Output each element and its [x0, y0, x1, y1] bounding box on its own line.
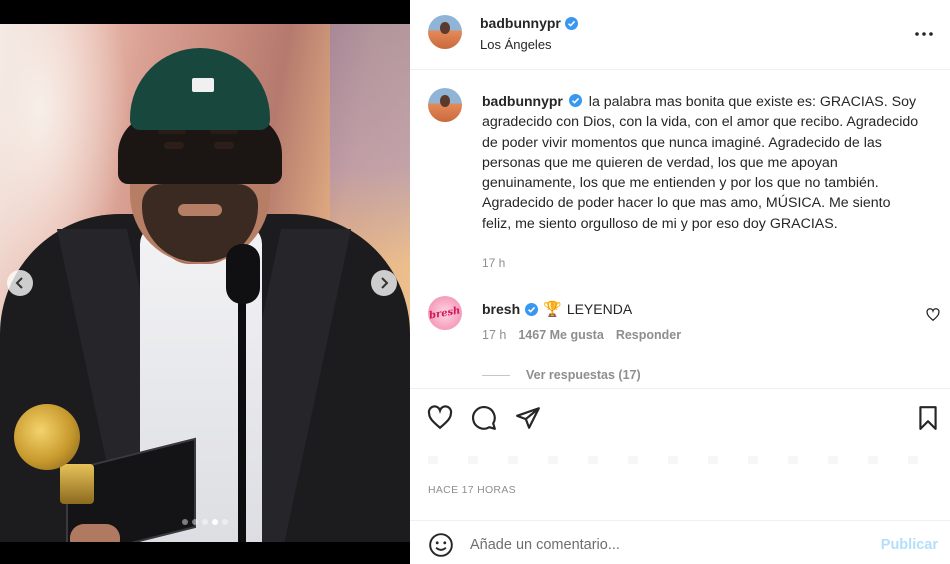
save-button[interactable] [915, 405, 941, 431]
comment-timestamp: 17 h [482, 328, 507, 342]
like-button[interactable] [427, 405, 453, 431]
caption-timestamp: 17 h [482, 256, 506, 270]
post-photo [0, 24, 410, 542]
slide-dot [192, 519, 198, 525]
verified-icon [564, 16, 578, 30]
previous-slide-button[interactable] [7, 270, 33, 296]
add-comment-bar: Publicar [410, 520, 950, 564]
view-replies-label: Ver respuestas (17) [526, 368, 641, 382]
comment-button[interactable] [471, 405, 497, 431]
post-header: badbunnypr Los Ángeles [410, 0, 950, 70]
slide-dot [202, 519, 208, 525]
post-actions [410, 388, 950, 446]
slide-dot [182, 519, 188, 525]
post-media [0, 0, 410, 564]
view-replies-button[interactable]: Ver respuestas (17) [482, 368, 641, 382]
author-username[interactable]: badbunnypr [480, 15, 561, 31]
slide-dot-active [212, 519, 218, 525]
avatar[interactable] [428, 15, 462, 49]
slide-indicator [0, 519, 410, 525]
more-options-button[interactable] [912, 22, 936, 46]
emoji-icon[interactable] [428, 532, 454, 558]
comment-text: LEYENDA [566, 301, 633, 317]
comment-avatar[interactable]: bresh [428, 296, 462, 330]
publish-button[interactable]: Publicar [881, 537, 938, 553]
comment-avatar-logo: bresh [428, 304, 462, 322]
verified-icon [525, 302, 539, 316]
verified-icon [568, 94, 582, 107]
comment-input[interactable] [470, 531, 860, 559]
post-time-ago: HACE 17 HORAS [428, 484, 516, 496]
caption-username[interactable]: badbunnypr [482, 93, 563, 109]
comment-icon [472, 406, 496, 430]
more-options-icon [915, 32, 933, 36]
trophy-emoji: 🏆 [543, 301, 562, 318]
share-button[interactable] [515, 405, 541, 431]
post-location[interactable]: Los Ángeles [480, 37, 552, 52]
comment-likes[interactable]: 1467 Me gusta [518, 328, 603, 342]
reply-button[interactable]: Responder [616, 328, 681, 342]
slide-dot [222, 519, 228, 525]
chevron-right-icon [381, 277, 389, 289]
share-icon [516, 407, 540, 429]
avatar[interactable] [428, 88, 462, 122]
comment-username[interactable]: bresh [482, 301, 520, 317]
next-slide-button[interactable] [371, 270, 397, 296]
likes-summary-placeholder [428, 456, 928, 464]
heart-icon[interactable] [926, 308, 940, 322]
bookmark-icon [919, 406, 937, 430]
caption-text: la palabra mas bonita que existe es: GRA… [482, 94, 919, 232]
heart-icon [427, 405, 453, 430]
post-side-panel: badbunnypr Los Ángeles badbunnypr la pal… [410, 0, 950, 564]
chevron-left-icon [15, 277, 23, 289]
